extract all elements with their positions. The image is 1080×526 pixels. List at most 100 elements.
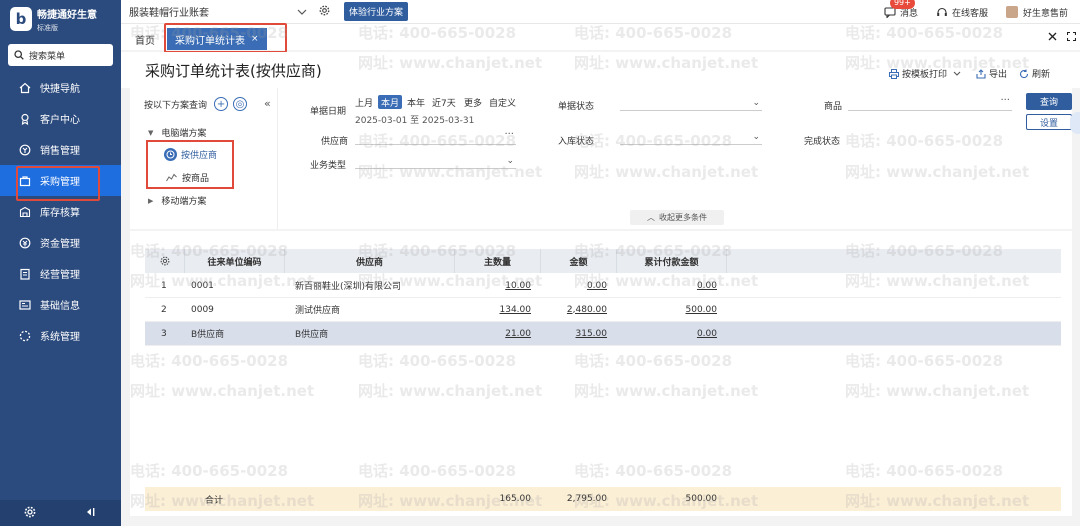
- goods-label: 商品: [824, 102, 843, 112]
- col-supplier[interactable]: 供应商: [285, 249, 455, 273]
- col-paid[interactable]: 累计付款金额: [617, 249, 727, 273]
- date-last-month[interactable]: 上月: [352, 95, 376, 109]
- col-quantity[interactable]: 主数量: [455, 249, 541, 273]
- sidebar-item-funds[interactable]: 资金管理: [0, 227, 121, 258]
- print-template-button[interactable]: 按模板打印: [888, 67, 964, 80]
- online-service-label: 在线客服: [951, 8, 988, 19]
- sidebar-item-label: 客户中心: [40, 115, 80, 126]
- tab-controls: [1038, 30, 1077, 44]
- sidebar-item-operation[interactable]: 经营管理: [0, 258, 121, 289]
- complete-status-label: 完成状态: [804, 137, 841, 147]
- sidebar-item-customer[interactable]: 客户中心: [0, 103, 121, 134]
- export-button[interactable]: 导出: [976, 67, 1007, 80]
- refresh-button[interactable]: 刷新: [1019, 67, 1050, 80]
- page-actions: 按模板打印 导出 刷新: [877, 67, 1050, 80]
- printer-icon: [888, 68, 899, 79]
- sidebar-item-inventory[interactable]: 库存核算: [0, 196, 121, 227]
- gear-icon[interactable]: [319, 5, 330, 19]
- cell-quantity[interactable]: 10.00: [455, 281, 541, 291]
- top-right-tools: 99+ 消息 在线客服 好生意售前: [866, 0, 1068, 24]
- column-settings-icon[interactable]: [145, 249, 185, 273]
- customer-icon: [19, 113, 31, 125]
- message-badge: 99+: [889, 0, 915, 9]
- table-row[interactable]: 1 0001 新百丽鞋业(深圳)有限公司 10.00 0.00 0.00: [145, 274, 1061, 298]
- sidebar-item-label: 基础信息: [40, 301, 80, 312]
- total-paid: 500.00: [685, 494, 718, 504]
- cell-supplier: B供应商: [295, 330, 329, 340]
- cell-amount[interactable]: 0.00: [541, 281, 617, 291]
- top-bar: 服装鞋帽行业账套 体验行业方案 99+ 消息 在线客服 好生意售前: [121, 0, 1080, 24]
- collapse-panel-icon[interactable]: «: [264, 97, 271, 110]
- sidebar: b 畅捷通好生意 标准版 搜索菜单 快捷导航 客户中心 销售管理 采购管理 库存…: [0, 0, 121, 526]
- cell-code: 0001: [191, 280, 214, 291]
- cell-supplier: 新百丽鞋业(深圳)有限公司: [295, 282, 402, 292]
- sidebar-item-label: 销售管理: [40, 146, 80, 157]
- sidebar-item-quick-nav[interactable]: 快捷导航: [0, 72, 121, 103]
- cell-paid[interactable]: 500.00: [617, 305, 727, 315]
- user-menu[interactable]: 好生意售前: [1005, 6, 1068, 19]
- tab-home[interactable]: 首页: [127, 28, 163, 50]
- messages-button[interactable]: 99+ 消息: [884, 0, 918, 19]
- scheme-settings-icon[interactable]: ◎: [233, 97, 248, 111]
- settings-button[interactable]: 设置: [1026, 114, 1072, 130]
- account-selector[interactable]: 服装鞋帽行业账套: [129, 4, 307, 19]
- print-label: 按模板打印: [901, 70, 947, 80]
- export-icon: [976, 68, 986, 79]
- col-amount[interactable]: 金额: [541, 249, 617, 273]
- row-index: 2: [161, 304, 167, 315]
- table-row[interactable]: 2 0009 测试供应商 134.00 2,480.00 500.00: [145, 298, 1061, 322]
- table-row-selected[interactable]: 3 B供应商 B供应商 21.00 315.00 0.00: [145, 322, 1061, 346]
- tree-node-mobile[interactable]: ▶ 移动端方案: [148, 194, 206, 208]
- cell-amount[interactable]: 315.00: [541, 329, 617, 339]
- industry-solution-button[interactable]: 体验行业方案: [344, 2, 409, 21]
- cell-paid[interactable]: 0.00: [617, 329, 727, 339]
- scheme-by-supplier[interactable]: 按供应商: [164, 148, 217, 161]
- doc-status-select[interactable]: ⌄: [620, 97, 762, 111]
- more-dots-icon: ···: [1000, 95, 1010, 106]
- menu-search-label: 搜索菜单: [29, 51, 66, 62]
- online-service-button[interactable]: 在线客服: [936, 6, 988, 19]
- more-dots-icon: ···: [504, 129, 514, 140]
- sidebar-item-basic-info[interactable]: 基础信息: [0, 289, 121, 320]
- cell-amount[interactable]: 2,480.00: [541, 305, 617, 315]
- cell-quantity[interactable]: 21.00: [455, 329, 541, 339]
- settings-gear-icon[interactable]: [24, 506, 36, 521]
- sidebar-item-purchase[interactable]: 采购管理: [0, 165, 121, 201]
- doc-status-label: 单据状态: [558, 102, 595, 112]
- date-custom[interactable]: 自定义: [486, 95, 519, 109]
- add-scheme-icon[interactable]: +: [214, 97, 229, 111]
- col-partner-code[interactable]: 往来单位编码: [185, 249, 285, 273]
- query-button[interactable]: 查询: [1026, 93, 1072, 110]
- sidebar-item-sales[interactable]: 销售管理: [0, 134, 121, 165]
- collapse-sidebar-icon[interactable]: [85, 506, 97, 521]
- date-this-month[interactable]: 本月: [378, 95, 403, 109]
- inventory-icon: [19, 206, 31, 218]
- stock-status-select[interactable]: ⌄: [620, 131, 762, 145]
- cell-quantity[interactable]: 134.00: [455, 305, 541, 315]
- floating-assistant-tab[interactable]: [1070, 112, 1080, 134]
- sidebar-item-label: 资金管理: [40, 239, 80, 250]
- tree-node-pc[interactable]: ▼ 电脑端方案: [148, 126, 207, 140]
- biz-type-select[interactable]: ⌄: [355, 155, 516, 169]
- refresh-icon: [1019, 69, 1029, 78]
- tab-purchase-order-stats[interactable]: 采购订单统计表 ×: [164, 23, 287, 53]
- collapse-conditions-button[interactable]: ︿ 收起更多条件: [630, 210, 724, 225]
- scheme-by-goods[interactable]: 按商品: [166, 171, 209, 184]
- close-tab-icon[interactable]: ×: [251, 34, 259, 44]
- scheme-title: 按以下方案查询: [144, 100, 208, 111]
- export-label: 导出: [988, 70, 1007, 80]
- tree-node-label: 电脑端方案: [161, 129, 207, 139]
- sidebar-item-system[interactable]: 系统管理: [0, 320, 121, 351]
- cell-paid[interactable]: 0.00: [617, 281, 727, 291]
- menu-search[interactable]: 搜索菜单: [8, 44, 113, 66]
- goods-input[interactable]: ···: [848, 95, 1012, 111]
- date-this-year[interactable]: 本年: [404, 95, 428, 109]
- clock-icon: [164, 148, 177, 161]
- report-grid: 往来单位编码 供应商 主数量 金额 累计付款金额 1 0001 新百丽鞋业(深圳…: [130, 231, 1072, 516]
- supplier-input[interactable]: ···: [355, 129, 516, 145]
- close-all-icon[interactable]: [1048, 30, 1057, 44]
- fullscreen-icon[interactable]: [1066, 30, 1077, 44]
- tab-label: 采购订单统计表: [175, 35, 245, 47]
- date-more[interactable]: 更多: [461, 95, 485, 109]
- date-last-7-days[interactable]: 近7天: [429, 95, 459, 109]
